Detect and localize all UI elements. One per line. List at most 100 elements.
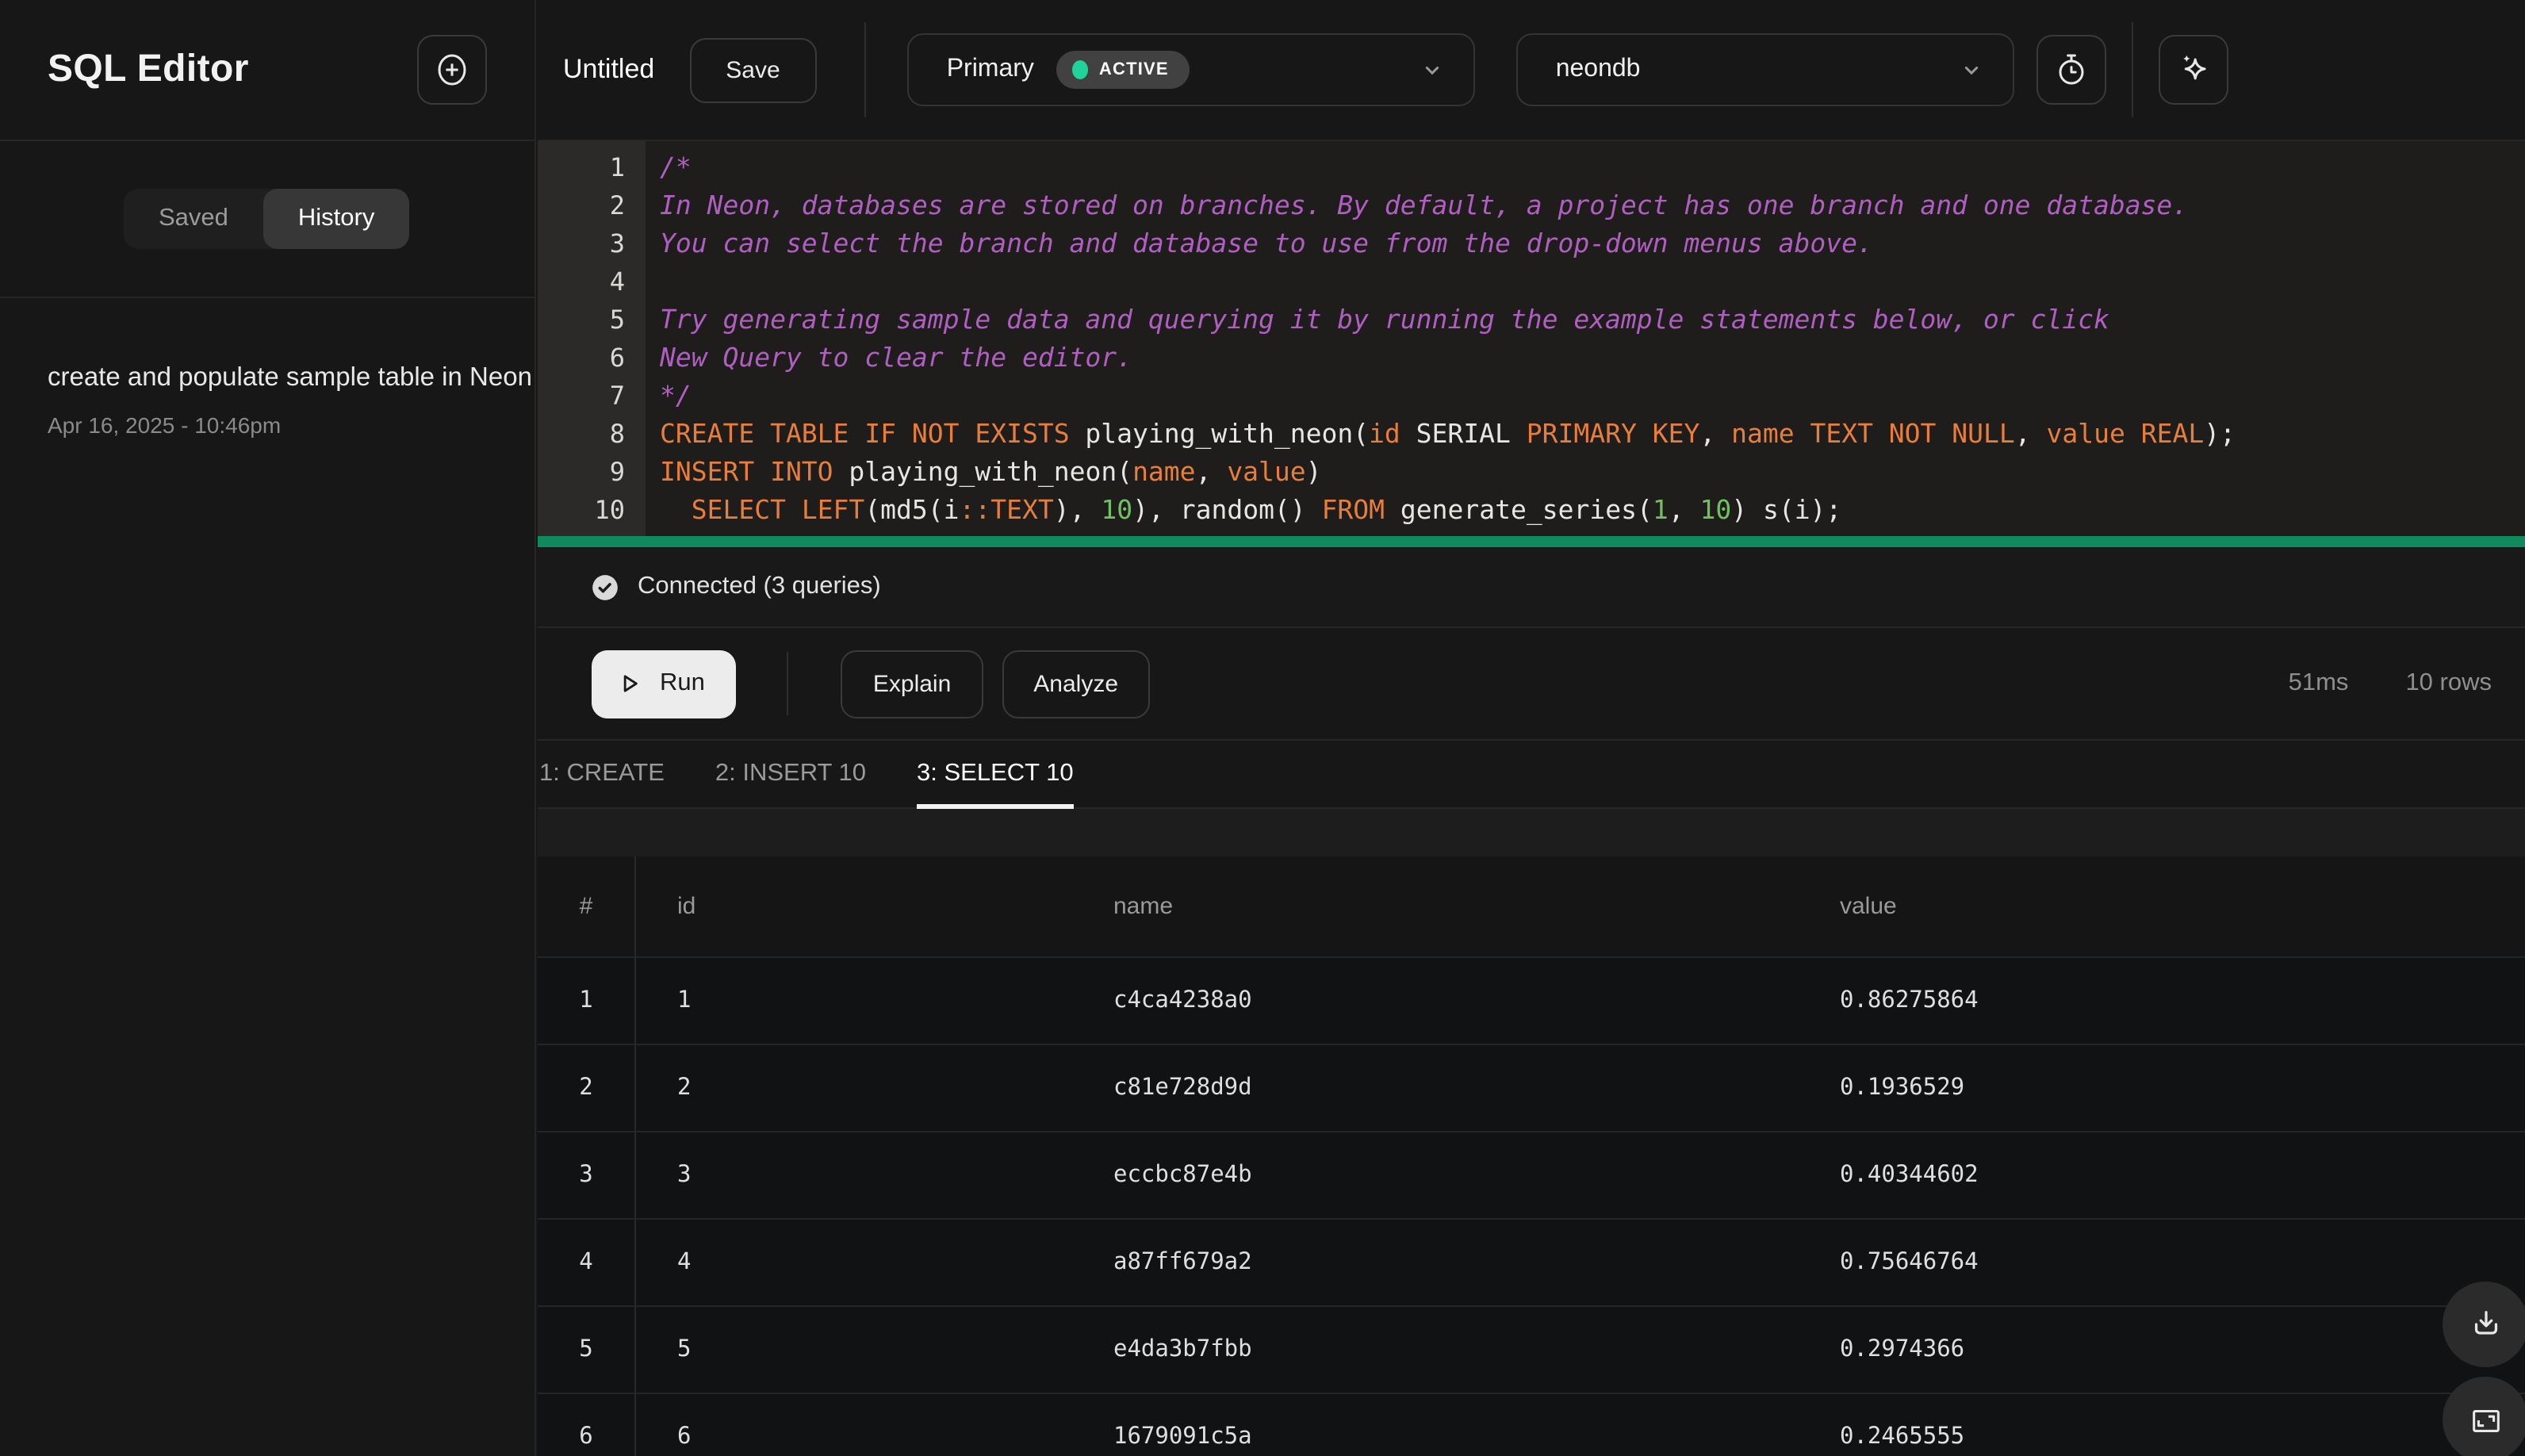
id-cell: 6	[677, 1424, 692, 1450]
save-button[interactable]: Save	[689, 37, 817, 102]
run-button[interactable]: Run	[592, 649, 737, 718]
id-cell: 5	[677, 1337, 692, 1362]
analyze-button[interactable]: Analyze	[1002, 649, 1151, 718]
query-highlight-bar	[538, 536, 2525, 547]
download-icon	[2467, 1306, 2504, 1343]
keyword-token: value	[1227, 457, 1306, 487]
comment-token: */	[660, 381, 692, 411]
row-index-cell: 6	[538, 1394, 636, 1456]
saved-history-segmented: Saved History	[124, 189, 410, 249]
result-tab-bar: 1: CREATE 2: INSERT 10 3: SELECT 10	[538, 741, 2525, 809]
column-header-value: value	[1840, 893, 1897, 920]
line-number: 3	[609, 228, 625, 259]
number-token: 10	[1699, 495, 1732, 525]
code-token: playing_with_neon(	[833, 457, 1133, 487]
code-line[interactable]: In Neon, databases are stored on branche…	[660, 187, 2525, 225]
code-token: (md5(i	[864, 495, 960, 525]
sidebar-header: SQL Editor	[0, 0, 535, 141]
branch-status-badge: ACTIVE	[1056, 51, 1190, 89]
code-line[interactable]: */	[660, 377, 2525, 416]
keyword-token: id	[1369, 419, 1400, 449]
query-duration: 51ms	[2288, 669, 2349, 696]
keyword-token: TEXT NOT NULL	[1810, 419, 2015, 449]
stopwatch-icon	[2052, 51, 2090, 89]
comment-token: In Neon, databases are stored on branche…	[660, 190, 2189, 220]
result-tab-1[interactable]: 1: CREATE	[539, 741, 665, 807]
database-select[interactable]: neondb	[1515, 33, 2014, 106]
keyword-token: SELECT LEFT	[691, 495, 865, 525]
code-token: SERIAL	[1400, 419, 1527, 449]
code-line[interactable]: INSERT INTO playing_with_neon(name, valu…	[660, 454, 2525, 492]
check-circle-icon	[590, 572, 620, 602]
id-cell: 3	[677, 1163, 692, 1188]
code-token: );	[2204, 419, 2236, 449]
tab-history[interactable]: History	[262, 189, 410, 249]
code-line[interactable]: /*	[660, 149, 2525, 187]
result-tab-3[interactable]: 3: SELECT 10	[917, 741, 1074, 809]
sql-editor-app: SQL Editor Saved History create and popu…	[0, 0, 2525, 1456]
download-results-button[interactable]	[2443, 1282, 2525, 1367]
code-line[interactable]: Try generating sample data and querying …	[660, 301, 2525, 339]
expand-results-button[interactable]	[2443, 1377, 2525, 1456]
plus-circle-icon	[433, 51, 471, 89]
number-token: 1	[1652, 495, 1669, 525]
code-token: playing_with_neon(	[1069, 419, 1370, 449]
page-title: SQL Editor	[48, 48, 249, 90]
comment-token: Try generating sample data and querying …	[660, 305, 2109, 335]
row-index-cell: 2	[538, 1045, 636, 1131]
new-query-button[interactable]	[417, 35, 487, 105]
code-line[interactable]: You can select the branch and database t…	[660, 225, 2525, 263]
results-table: # id name value 1 1 c4ca4238a0 0.86275864 2 2…	[538, 856, 2525, 1456]
line-number: 5	[609, 305, 625, 335]
history-list-item[interactable]: create and populate sample table in Neon…	[0, 298, 535, 438]
result-tab-2[interactable]: 2: INSERT 10	[715, 741, 866, 807]
table-row: 2 2 c81e728d9d 0.1936529	[538, 1044, 2525, 1131]
keyword-token: CREATE TABLE IF NOT EXISTS	[660, 419, 1070, 449]
main-panel: Untitled Save Primary ACTIVE neondb 1 2 …	[538, 0, 2525, 1456]
sidebar-tab-bar: Saved History	[0, 141, 535, 298]
code-area[interactable]: /* In Neon, databases are stored on branc…	[646, 141, 2525, 547]
table-header-row: # id name value	[538, 856, 2525, 956]
ai-assist-button[interactable]	[2158, 35, 2228, 105]
line-number: 4	[609, 266, 625, 297]
connection-status-bar: Connected (3 queries)	[538, 547, 2525, 628]
code-line[interactable]: CREATE TABLE IF NOT EXISTS playing_with_…	[660, 416, 2525, 454]
tab-saved[interactable]: Saved	[124, 189, 263, 249]
name-cell: c81e728d9d	[1113, 1075, 1252, 1101]
column-header-name: name	[1113, 893, 1174, 920]
line-number: 8	[609, 419, 625, 449]
code-token: ,	[1699, 419, 1732, 449]
sql-code-editor[interactable]: 1 2 3 4 5 6 7 8 9 10 /* In Neon, databases are sto…	[538, 141, 2525, 547]
code-line[interactable]: New Query to clear the editor.	[660, 339, 2525, 377]
name-cell: eccbc87e4b	[1113, 1163, 1252, 1188]
toolbar-divider	[787, 652, 789, 715]
name-cell: e4da3b7fbb	[1113, 1337, 1252, 1362]
code-token: generate_series(	[1385, 495, 1653, 525]
history-item-timestamp: Apr 16, 2025 - 10:46pm	[48, 412, 282, 438]
name-cell: a87ff679a2	[1113, 1250, 1252, 1275]
status-dot	[1071, 60, 1088, 79]
code-token: ) s(i);	[1731, 495, 1842, 525]
number-token: 10	[1101, 495, 1133, 525]
column-header-id: id	[677, 893, 696, 920]
connection-status-text: Connected (3 queries)	[638, 573, 881, 600]
table-row: 1 1 c4ca4238a0 0.86275864	[538, 956, 2525, 1044]
query-row-count: 10 rows	[2405, 669, 2492, 696]
code-line[interactable]	[660, 263, 2525, 301]
value-cell: 0.86275864	[1840, 988, 1979, 1013]
line-number-gutter: 1 2 3 4 5 6 7 8 9 10	[538, 141, 646, 547]
branch-select[interactable]: Primary ACTIVE	[906, 33, 1475, 106]
keyword-token: PRIMARY KEY	[1526, 419, 1700, 449]
explain-button[interactable]: Explain	[841, 649, 983, 718]
keyword-token: INSERT INTO	[660, 457, 833, 487]
row-index-cell: 3	[538, 1132, 636, 1218]
keyword-token: value	[2046, 419, 2125, 449]
value-cell: 0.1936529	[1840, 1075, 1965, 1101]
code-line[interactable]: SELECT LEFT(md5(i::TEXT), 10), random() …	[660, 492, 2525, 530]
play-icon	[614, 668, 646, 699]
query-history-button[interactable]	[2036, 35, 2106, 105]
keyword-token: REAL	[2140, 419, 2205, 449]
